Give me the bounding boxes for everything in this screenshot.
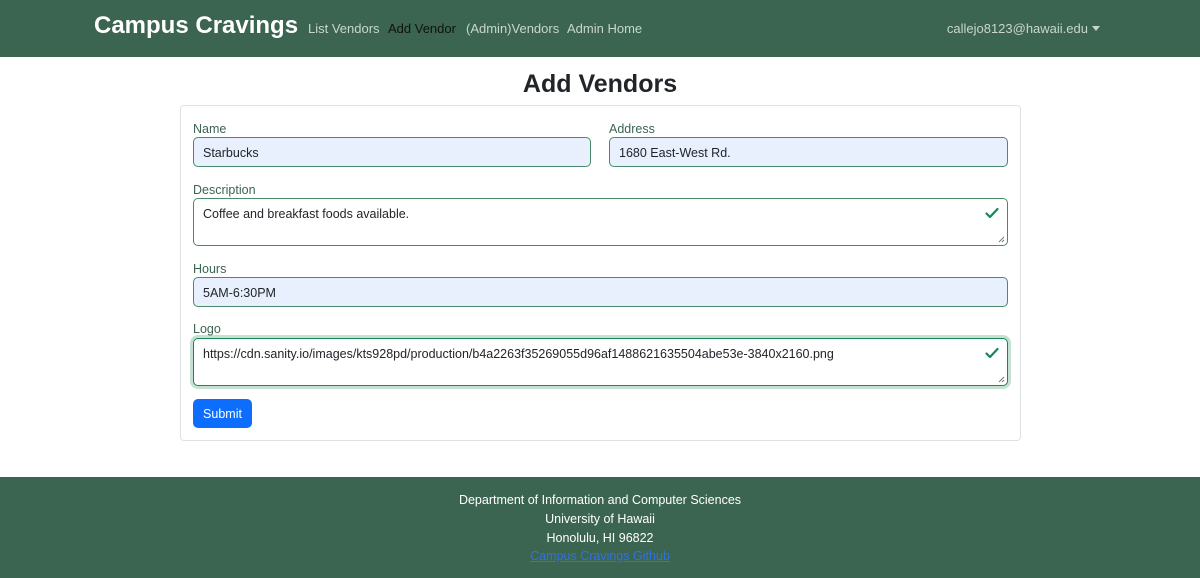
name-input[interactable]: Starbucks [193, 137, 591, 167]
submit-button[interactable]: Submit [193, 399, 252, 428]
logo-label: Logo [193, 322, 221, 336]
github-link[interactable]: Campus Cravings Github [530, 549, 670, 563]
nav-link-list-vendors[interactable]: List Vendors [308, 21, 380, 36]
hours-label: Hours [193, 262, 227, 276]
address-input[interactable]: 1680 East-West Rd. [609, 137, 1008, 167]
name-label: Name [193, 122, 227, 136]
resize-handle[interactable] [998, 236, 1005, 243]
nav-link-admin-home[interactable]: Admin Home [567, 21, 642, 36]
check-icon [985, 207, 999, 219]
footer-university: University of Hawaii [545, 512, 655, 526]
logo-value: https://cdn.sanity.io/images/kts928pd/pr… [203, 347, 834, 361]
logo-textarea[interactable]: https://cdn.sanity.io/images/kts928pd/pr… [193, 338, 1008, 386]
description-value: Coffee and breakfast foods available. [203, 207, 410, 221]
caret-down-icon [1092, 26, 1100, 31]
description-label: Description [193, 183, 256, 197]
hours-input[interactable]: 5AM-6:30PM [193, 277, 1008, 307]
check-icon [985, 347, 999, 359]
address-label: Address [609, 122, 655, 136]
footer-department: Department of Information and Computer S… [458, 493, 742, 507]
user-menu-dropdown[interactable]: callejo8123@hawaii.edu [947, 21, 1100, 36]
navbar: Campus Cravings List Vendors Add Vendor … [0, 0, 1200, 57]
footer-address: Honolulu, HI 96822 [546, 531, 654, 545]
footer: Department of Information and Computer S… [0, 477, 1200, 578]
user-email: callejo8123@hawaii.edu [946, 21, 1088, 36]
description-textarea[interactable]: Coffee and breakfast foods available. [193, 198, 1008, 246]
nav-link-admin-vendors[interactable]: (Admin)Vendors [466, 21, 559, 36]
resize-handle[interactable] [998, 376, 1005, 383]
page-title: Add Vendors [522, 70, 678, 98]
brand-logo[interactable]: Campus Cravings [94, 12, 298, 40]
nav-link-add-vendor[interactable]: Add Vendor [388, 21, 456, 36]
